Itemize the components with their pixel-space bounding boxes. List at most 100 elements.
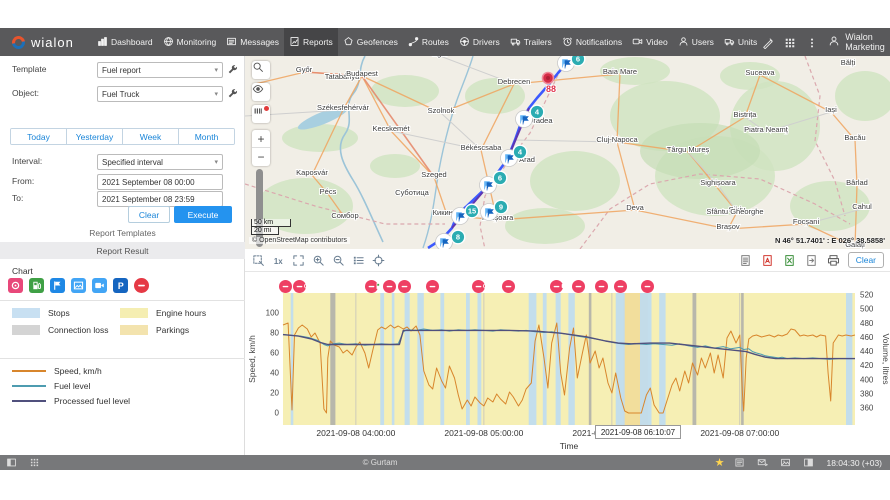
nav-item-drivers[interactable]: Drivers xyxy=(454,28,505,56)
map-city-label: Суботица xyxy=(395,188,429,197)
file-pdf-icon[interactable] xyxy=(760,253,775,268)
nav-item-video[interactable]: Video xyxy=(627,28,673,56)
interval-select[interactable]: Specified interval▾ xyxy=(97,154,223,170)
map-city-label: Cluj-Napoca xyxy=(596,135,638,144)
legend-area-stops: Stops xyxy=(12,308,70,318)
wialon-app: wialon DashboardMonitoringMessagesReport… xyxy=(0,28,890,470)
range-button-today[interactable]: Today xyxy=(11,129,67,144)
zoom-in-button[interactable]: + xyxy=(252,130,270,148)
zoom-in-icon[interactable] xyxy=(311,253,326,268)
nav-item-messages[interactable]: Messages xyxy=(221,28,284,56)
object-label: Object: xyxy=(12,88,39,98)
event-icon-video[interactable] xyxy=(92,278,107,293)
event-icon-image[interactable] xyxy=(71,278,86,293)
clear-button[interactable]: Clear xyxy=(128,206,170,223)
media-icon[interactable] xyxy=(780,457,791,468)
object-wrench-icon[interactable] xyxy=(227,87,239,105)
event-badge-minus[interactable] xyxy=(426,280,439,293)
chart-result-item[interactable]: Chart xyxy=(12,266,33,276)
event-icon-parking[interactable]: P xyxy=(583,280,595,292)
user-icon xyxy=(828,35,840,49)
star-icon[interactable]: ★ xyxy=(715,456,725,469)
target-icon[interactable] xyxy=(371,253,386,268)
template-select[interactable]: Fuel report▾ xyxy=(97,62,223,78)
mail-send-icon[interactable] xyxy=(757,457,768,468)
range-button-week[interactable]: Week xyxy=(123,129,179,144)
chart-clear-button[interactable]: Clear xyxy=(848,252,884,268)
event-icon-speedcam[interactable] xyxy=(8,278,23,293)
tools-icon[interactable] xyxy=(762,36,774,48)
legend-list-icon[interactable] xyxy=(351,253,366,268)
map-city-label: Pécs xyxy=(320,187,337,196)
range-button-month[interactable]: Month xyxy=(179,129,234,144)
event-icon-video[interactable] xyxy=(559,280,571,292)
interval-label: Interval: xyxy=(12,156,42,166)
template-label: Template xyxy=(12,64,47,74)
event-badge-minus[interactable] xyxy=(502,280,515,293)
event-badge-minus[interactable] xyxy=(279,280,292,293)
map-visibility-icon[interactable] xyxy=(252,83,270,101)
event-icon-parking[interactable]: P xyxy=(113,278,128,293)
report-templates-section[interactable]: Report Templates xyxy=(0,228,245,238)
report-icon[interactable] xyxy=(734,457,745,468)
nav-item-routes[interactable]: Routes xyxy=(403,28,454,56)
template-wrench-icon[interactable] xyxy=(227,63,239,81)
nav-item-reports[interactable]: Reports xyxy=(284,28,338,56)
map-city-label: Sfântu Gheorghe xyxy=(706,207,763,216)
svg-text:80: 80 xyxy=(270,329,279,338)
file-xls-icon[interactable] xyxy=(782,253,797,268)
nav-item-dashboard[interactable]: Dashboard xyxy=(92,28,158,56)
nav-item-notifications[interactable]: Notifications xyxy=(557,28,627,56)
printer-icon[interactable] xyxy=(826,253,841,268)
event-badge-minus[interactable] xyxy=(595,280,608,293)
wialon-logo[interactable]: wialon xyxy=(0,35,92,50)
map[interactable]: GyőrTatabányaBudapestSzékesfehérvárEgerS… xyxy=(245,56,890,249)
one-x-icon[interactable]: 1x xyxy=(271,253,286,268)
event-icon-flag[interactable] xyxy=(50,278,65,293)
map-city-label: Târgu Mureș xyxy=(667,145,710,154)
svg-text:15: 15 xyxy=(468,207,476,216)
copyright[interactable]: © Gurtam xyxy=(340,458,420,467)
execute-button[interactable]: Execute xyxy=(174,206,232,223)
zoom-out-icon[interactable] xyxy=(331,253,346,268)
event-badge-minus[interactable] xyxy=(614,280,627,293)
range-button-yesterday[interactable]: Yesterday xyxy=(67,129,123,144)
expand-icon[interactable] xyxy=(291,253,306,268)
nav-item-geofences[interactable]: Geofences xyxy=(338,28,403,56)
event-icon-speedcam[interactable] xyxy=(480,280,492,292)
event-badge-minus[interactable] xyxy=(383,280,396,293)
nav-item-trailers[interactable]: Trailers xyxy=(505,28,557,56)
file-exp-icon[interactable] xyxy=(804,253,819,268)
user-menu[interactable]: Wialon Marketing xyxy=(828,32,885,52)
apps-grid-icon[interactable] xyxy=(784,36,796,48)
event-icon-fuel[interactable] xyxy=(29,278,44,293)
report-result-section[interactable]: Report Result xyxy=(0,242,245,259)
from-input[interactable]: 2021 September 08 00:00 xyxy=(97,174,223,190)
nav-item-units[interactable]: Units xyxy=(719,28,762,56)
divider xyxy=(0,300,245,301)
crop-select-icon[interactable] xyxy=(251,253,266,268)
event-badge-minus[interactable] xyxy=(398,280,411,293)
kebab-menu-icon[interactable] xyxy=(806,36,818,48)
nav-item-users[interactable]: Users xyxy=(673,28,719,56)
layout-icon[interactable] xyxy=(803,457,814,468)
panel-toggle-icon[interactable] xyxy=(6,457,17,468)
apps-dots-icon[interactable] xyxy=(29,457,40,468)
map-city-label: Budapest xyxy=(346,69,379,78)
to-input[interactable]: 2021 September 08 23:59 xyxy=(97,191,223,207)
zoom-out-button[interactable]: − xyxy=(252,148,270,166)
file-doc-icon[interactable] xyxy=(738,253,753,268)
monitoring-icon xyxy=(163,36,174,49)
map-city-label: Iași xyxy=(825,105,837,114)
event-badge-minus[interactable] xyxy=(641,280,654,293)
map-zoom-slider[interactable] xyxy=(256,169,263,247)
map-city-label: Kaposvár xyxy=(296,168,328,177)
map-city-label: Cahul xyxy=(852,202,872,211)
event-icon-speedcam[interactable] xyxy=(301,280,313,292)
nav-item-monitoring[interactable]: Monitoring xyxy=(158,28,222,56)
fuel-chart[interactable]: 0204060801003603804004204404604805005202… xyxy=(245,272,890,455)
event-icon-theft[interactable] xyxy=(134,278,149,293)
map-attribution[interactable]: © OpenStreetMap contributors xyxy=(249,237,350,244)
map-search-icon[interactable] xyxy=(252,61,270,79)
object-select[interactable]: Fuel Truck▾ xyxy=(97,86,223,102)
